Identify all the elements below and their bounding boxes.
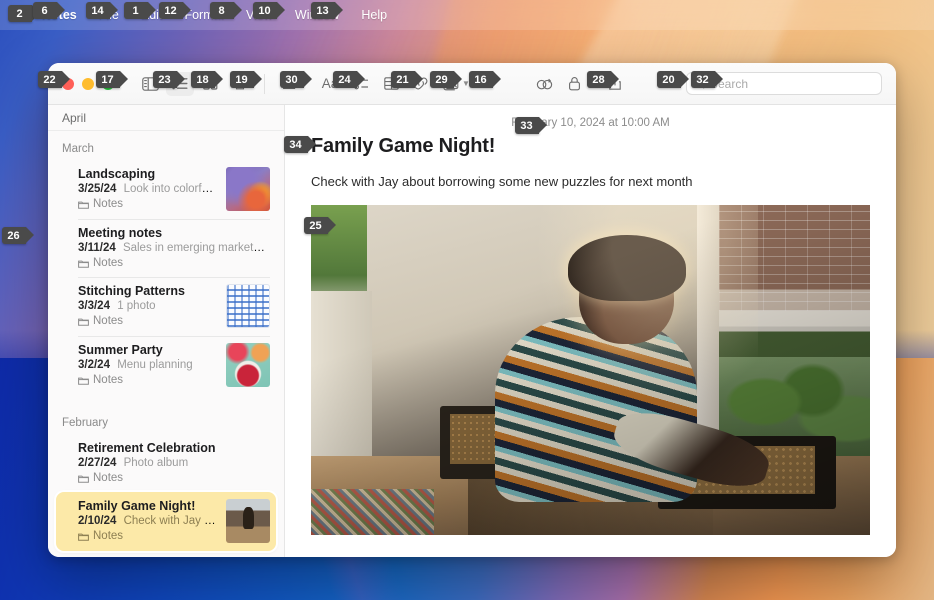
note-folder: Notes: [78, 374, 218, 386]
annotation-badge-20: 20: [657, 71, 689, 88]
list-item[interactable]: Retirement Celebration 2/27/24 Photo alb…: [56, 434, 276, 492]
notes-list-sidebar[interactable]: April March Landscaping 3/25/24 Look int…: [48, 105, 285, 557]
note-date: 3/11/24: [78, 242, 116, 254]
sidebar-header: April: [48, 105, 284, 131]
annotation-badge-28: 28: [587, 71, 619, 88]
annotation-badge-22: 22: [38, 71, 70, 88]
toolbar-divider: [264, 73, 265, 94]
page-title: Family Game Night!: [311, 135, 496, 157]
minimize-button[interactable]: [82, 77, 94, 90]
annotation-badge-18: 18: [191, 71, 223, 88]
annotation-badge-12: 12: [159, 2, 191, 19]
folder-icon: [78, 260, 89, 268]
note-title: Meeting notes: [78, 226, 163, 240]
note-title: Stitching Patterns: [78, 284, 185, 298]
list-item[interactable]: Meeting notes 3/11/24 Sales in emerging …: [56, 219, 276, 277]
folder-icon: [78, 318, 89, 326]
annotation-badge-16: 16: [469, 71, 501, 88]
annotation-badge-2: 2: [8, 5, 40, 22]
annotation-badge-19: 19: [230, 71, 262, 88]
note-folder: Notes: [78, 472, 270, 484]
note-body-text[interactable]: Check with Jay about borrowing some new …: [285, 158, 896, 189]
lock-icon[interactable]: [561, 72, 589, 96]
note-folder-label: Notes: [93, 198, 124, 210]
note-thumbnail: [226, 343, 270, 387]
annotation-badge-1: 1: [124, 2, 156, 19]
window-body: April March Landscaping 3/25/24 Look int…: [48, 105, 896, 557]
note-snippet: Check with Jay a…: [123, 515, 218, 527]
annotation-badge-29: 29: [430, 71, 462, 88]
note-thumbnail: [226, 499, 270, 543]
note-snippet: 1 photo: [117, 300, 156, 312]
note-date: 2/10/24: [78, 515, 117, 527]
note-date: 3/25/24: [78, 183, 117, 195]
list-item[interactable]: Landscaping 3/25/24 Look into colorfu… N…: [56, 160, 276, 219]
note-folder-label: Notes: [93, 257, 124, 269]
note-snippet: Look into colorfu…: [123, 183, 218, 195]
note-date: 3/2/24: [78, 359, 110, 371]
note-folder-label: Notes: [93, 530, 124, 542]
note-title: Summer Party: [78, 343, 163, 357]
note-thumbnail: [226, 167, 270, 211]
notes-window: Aa ▼ Search April March Landscaping 3/25…: [48, 63, 896, 557]
note-folder-label: Notes: [93, 374, 124, 386]
note-snippet: Sales in emerging markets…: [122, 242, 270, 254]
annotation-badge-6: 6: [33, 2, 65, 19]
note-title: Family Game Night!: [78, 499, 196, 513]
note-date: 2/27/24: [78, 457, 117, 469]
annotation-badge-13: 13: [311, 2, 343, 19]
annotation-badge-23: 23: [153, 71, 185, 88]
note-folder: Notes: [78, 315, 218, 327]
group-label-february: February: [62, 417, 109, 429]
list-item[interactable]: Stitching Patterns 3/3/24 1 photo Notes: [56, 277, 276, 336]
note-snippet: Photo album: [123, 457, 189, 469]
folder-icon: [78, 475, 89, 483]
note-folder: Notes: [78, 530, 218, 542]
annotation-badge-25: 25: [304, 217, 336, 234]
annotation-badge-14: 14: [86, 2, 118, 19]
note-date: 3/3/24: [78, 300, 110, 312]
list-item-selected[interactable]: Family Game Night! 2/10/24 Check with Ja…: [56, 492, 276, 551]
annotation-badge-26: 26: [2, 227, 34, 244]
photo-shadow-overlay: [311, 205, 870, 535]
annotation-badge-8: 8: [210, 2, 242, 19]
annotation-badge-21: 21: [391, 71, 423, 88]
note-snippet: Menu planning: [117, 359, 193, 371]
menu-item-help[interactable]: Help: [350, 8, 398, 22]
note-thumbnail: [226, 284, 270, 328]
note-folder-label: Notes: [93, 472, 124, 484]
collaborate-icon[interactable]: [531, 72, 559, 96]
annotation-badge-34: 34: [284, 136, 316, 153]
annotation-badge-32: 32: [691, 71, 723, 88]
note-title: Landscaping: [78, 167, 156, 181]
annotation-badge-30: 30: [280, 71, 312, 88]
note-photo-attachment[interactable]: [311, 205, 870, 535]
folder-icon: [78, 533, 89, 541]
annotation-badge-24: 24: [333, 71, 365, 88]
note-folder: Notes: [78, 257, 270, 269]
list-item[interactable]: Summer Party 3/2/24 Menu planning Notes: [56, 336, 276, 395]
note-timestamp: February 10, 2024 at 10:00 AM: [511, 117, 670, 129]
note-title: Retirement Celebration: [78, 441, 216, 455]
note-folder-label: Notes: [93, 315, 124, 327]
note-detail-pane[interactable]: February 10, 2024 at 10:00 AM Family Gam…: [285, 105, 896, 557]
annotation-badge-33: 33: [515, 117, 547, 134]
note-folder: Notes: [78, 198, 218, 210]
group-label-march: March: [62, 143, 94, 155]
annotation-badge-17: 17: [96, 71, 128, 88]
folder-icon: [78, 377, 89, 385]
folder-icon: [78, 201, 89, 209]
annotation-badge-10: 10: [253, 2, 285, 19]
